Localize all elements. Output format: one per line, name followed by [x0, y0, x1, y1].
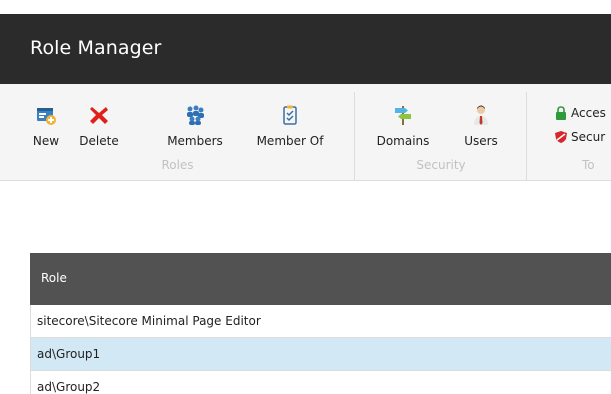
ribbon-group-security: Domains Users Security: [355, 84, 527, 180]
table-row-selected[interactable]: ad\Group1: [30, 338, 611, 371]
members-icon: [187, 105, 204, 125]
role-cell: ad\Group2: [37, 380, 101, 394]
security-editor-label: Secur: [571, 130, 606, 144]
new-button-label: New: [32, 134, 60, 148]
users-button-label: Users: [464, 134, 498, 148]
column-header-role[interactable]: Role: [41, 271, 67, 285]
lock-icon: [556, 106, 566, 120]
new-role-icon: [37, 108, 56, 125]
top-gap: [0, 0, 611, 14]
ribbon-group-label: To: [582, 158, 595, 172]
security-editor-button[interactable]: Secur: [554, 130, 605, 144]
delete-button[interactable]: Delete: [78, 104, 120, 148]
user-icon: [474, 105, 488, 125]
users-button[interactable]: Users: [455, 104, 507, 148]
ribbon-group-label: Roles: [161, 158, 194, 172]
role-cell: ad\Group1: [37, 347, 101, 361]
shield-icon: [555, 131, 567, 143]
table-left-border: [30, 305, 31, 394]
members-button[interactable]: Members: [160, 104, 230, 148]
access-viewer-button[interactable]: Acces: [554, 106, 606, 120]
delete-x-icon: [90, 107, 108, 124]
app-title: Role Manager: [30, 37, 162, 59]
domains-button-label: Domains: [376, 134, 430, 148]
domains-button[interactable]: Domains: [375, 104, 431, 148]
member-of-clipboard-icon: [283, 105, 297, 125]
ribbon-group-roles: New Delete Members Member Of Roles: [0, 84, 355, 180]
member-of-button[interactable]: Member Of: [252, 104, 328, 148]
table-row[interactable]: ad\Group2: [30, 371, 611, 394]
role-cell: sitecore\Sitecore Minimal Page Editor: [37, 314, 261, 328]
ribbon: New Delete Members Member Of Roles Domai…: [0, 84, 611, 181]
delete-button-label: Delete: [79, 134, 119, 148]
new-button[interactable]: New: [32, 104, 60, 148]
title-bar: Role Manager: [0, 14, 611, 84]
roles-table-header: Role: [30, 253, 611, 305]
member-of-button-label: Member Of: [256, 134, 324, 148]
access-viewer-label: Acces: [571, 106, 606, 120]
table-row[interactable]: sitecore\Sitecore Minimal Page Editor: [30, 305, 611, 338]
domains-signpost-icon: [395, 106, 411, 125]
members-button-label: Members: [167, 134, 223, 148]
ribbon-group-label: Security: [416, 158, 466, 172]
